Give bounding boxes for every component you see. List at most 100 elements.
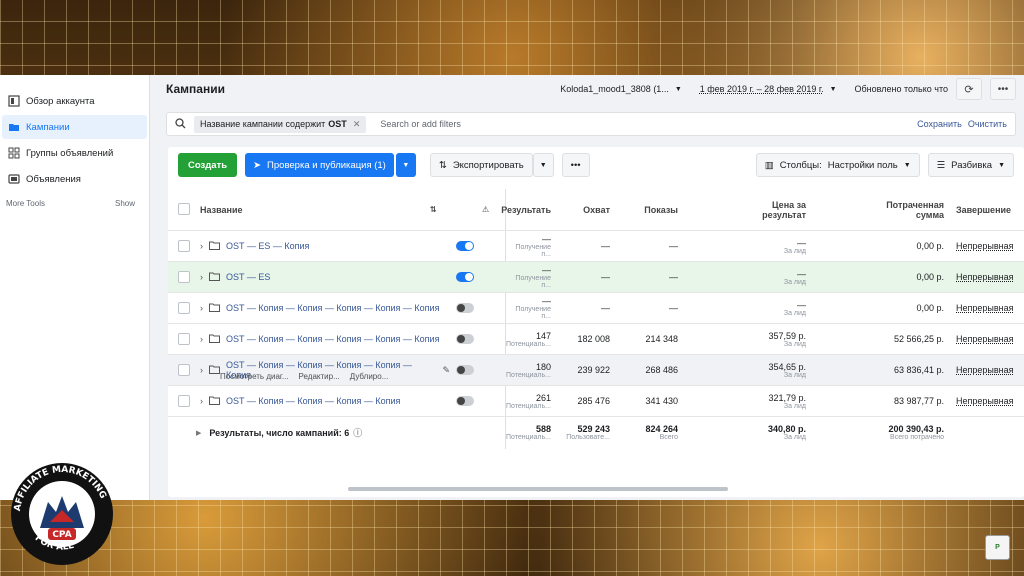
chevron-right-icon[interactable]: › <box>200 396 203 406</box>
view-charts-link[interactable]: Посмотреть диаг... <box>220 372 289 381</box>
header-results[interactable]: Результать <box>501 189 551 230</box>
summary-spend-sub: Всего потрачено <box>890 434 944 441</box>
campaign-toggle[interactable] <box>456 334 474 344</box>
end-value[interactable]: Непрерывная <box>956 365 1014 375</box>
sidebar-item-ads[interactable]: Объявления <box>2 167 147 191</box>
cost-sub: За лид <box>783 247 806 255</box>
campaign-name-cell[interactable]: › OST — Копия — Копия — Копия — Копия — … <box>200 293 450 323</box>
cost-sub: За лид <box>783 309 806 317</box>
sort-icon[interactable]: ⇅ <box>430 205 437 214</box>
more-options-button[interactable]: ••• <box>990 78 1016 100</box>
publish-dropdown-button[interactable]: ▼ <box>395 153 416 177</box>
summary-cost-value: 340,80 р. <box>767 424 806 434</box>
results-sub: Потенциаль... <box>505 402 551 410</box>
header-reach[interactable]: Охват <box>558 189 610 230</box>
end-value[interactable]: Непрерывная <box>956 334 1014 344</box>
campaign-name-cell[interactable]: › OST — Копия — Копия — Копия — Копия — … <box>200 324 450 354</box>
publish-button[interactable]: ➤ Проверка и публикация (1) <box>245 153 394 177</box>
account-selector[interactable]: Koloda1_mood1_3808 (1... ▼ <box>560 84 682 94</box>
header-end[interactable]: Завершение <box>956 189 1024 230</box>
show-link[interactable]: Show <box>115 199 135 208</box>
chevron-right-icon[interactable]: › <box>200 303 203 313</box>
save-filter-link[interactable]: Сохранить <box>917 119 962 129</box>
folder-icon <box>209 303 220 314</box>
row-checkbox[interactable] <box>178 364 190 376</box>
campaign-toggle[interactable] <box>456 272 474 282</box>
export-dropdown-button[interactable]: ▼ <box>532 153 554 177</box>
campaign-toggle[interactable] <box>456 303 474 313</box>
row-checkbox[interactable] <box>178 271 190 283</box>
table-row[interactable]: › OST — ES — Получение п... — — — За лид 0… <box>168 262 1024 293</box>
results-cell: 147 Потенциаль... <box>506 324 551 354</box>
table-row[interactable]: › OST — Копия — Копия — Копия — Копия — … <box>168 355 1024 386</box>
end-cell[interactable]: Непрерывная <box>956 262 1024 292</box>
sidebar-item-account-overview[interactable]: Обзор аккаунта <box>2 89 147 113</box>
header-impressions[interactable]: Показы <box>618 189 678 230</box>
sidebar-item-label: Кампании <box>26 121 70 133</box>
filter-search-input[interactable]: Search or add filters <box>380 119 911 129</box>
campaign-name[interactable]: OST — Копия — Копия — Копия — Копия — Ко… <box>226 334 439 344</box>
row-checkbox[interactable] <box>178 240 190 252</box>
header-spend[interactable]: Потраченная сумма <box>858 189 944 230</box>
campaign-name[interactable]: OST — ES <box>226 272 270 282</box>
filter-chip[interactable]: Название кампании содержит OST ✕ <box>194 115 367 133</box>
end-value[interactable]: Непрерывная <box>956 241 1014 251</box>
sidebar-item-campaigns[interactable]: Кампании <box>2 115 147 139</box>
results-sub: Получение п... <box>515 306 551 320</box>
table-row[interactable]: › OST — Копия — Копия — Копия — Копия — … <box>168 324 1024 355</box>
header-name[interactable]: Название ⇅ ⚠ <box>200 189 489 230</box>
duplicate-link[interactable]: Дублиро... <box>350 372 389 381</box>
close-icon[interactable]: ✕ <box>353 119 361 130</box>
end-value[interactable]: Непрерывная <box>956 303 1014 313</box>
impressions-cell: — <box>669 303 678 313</box>
campaign-name[interactable]: OST — Копия — Копия — Копия — Копия — Ко… <box>226 303 439 313</box>
results-cell: — Получение п... <box>508 262 551 292</box>
campaign-name-cell[interactable]: › OST — ES — Копия <box>200 231 450 261</box>
end-cell[interactable]: Непрерывная <box>956 355 1024 385</box>
date-range-picker[interactable]: 1 фев 2019 г. – 28 фев 2019 г. ▼ <box>700 84 837 94</box>
end-value[interactable]: Непрерывная <box>956 272 1014 282</box>
select-all-checkbox[interactable] <box>178 203 190 215</box>
campaign-name-cell[interactable]: › OST — ES <box>200 262 450 292</box>
table-row[interactable]: › OST — ES — Копия — Получение п... — — —… <box>168 231 1024 262</box>
create-button[interactable]: Создать <box>178 153 238 177</box>
table-row[interactable]: › OST — Копия — Копия — Копия — Копия 26… <box>168 386 1024 417</box>
more-actions-button[interactable]: ••• <box>561 153 590 177</box>
sidebar-item-ad-sets[interactable]: Группы объявлений <box>2 141 147 165</box>
row-checkbox[interactable] <box>178 333 190 345</box>
horizontal-scrollbar[interactable] <box>348 487 728 491</box>
clear-filter-link[interactable]: Очистить <box>968 119 1007 129</box>
header-cost[interactable]: Цена за результат <box>728 189 806 230</box>
campaign-name[interactable]: OST — Копия — Копия — Копия — Копия <box>226 396 400 406</box>
chevron-right-icon[interactable]: › <box>200 334 203 344</box>
campaign-toggle[interactable] <box>456 365 474 375</box>
chevron-right-icon[interactable]: › <box>200 272 203 282</box>
columns-button[interactable]: ▥ Столбцы: Настройки поль ▼ <box>755 153 920 177</box>
cost-sub: За лид <box>783 402 806 410</box>
chevron-right-icon[interactable]: › <box>200 365 203 375</box>
end-cell[interactable]: Непрерывная <box>956 231 1024 261</box>
end-cell[interactable]: Непрерывная <box>956 293 1024 323</box>
edit-icon[interactable]: ✎ <box>442 365 450 376</box>
campaign-toggle[interactable] <box>456 396 474 406</box>
table-row[interactable]: › OST — Копия — Копия — Копия — Копия — … <box>168 293 1024 324</box>
breakdown-button[interactable]: ☰ Разбивка ▼ <box>927 153 1014 177</box>
end-cell[interactable]: Непрерывная <box>956 386 1024 416</box>
spend-cell: 0,00 р. <box>916 303 944 313</box>
spend-cell: 0,00 р. <box>916 272 944 282</box>
end-cell[interactable]: Непрерывная <box>956 324 1024 354</box>
end-value[interactable]: Непрерывная <box>956 396 1014 406</box>
edit-link[interactable]: Редактир... <box>299 372 340 381</box>
campaign-name[interactable]: OST — ES — Копия <box>226 241 309 251</box>
summary-spend-value: 200 390,43 р. <box>888 424 944 434</box>
filter-bar[interactable]: Название кампании содержит OST ✕ Search … <box>166 112 1016 136</box>
refresh-button[interactable]: ⟳ <box>956 78 982 100</box>
summary-row: ▶ Результаты, число кампаний: 6 ⓘ 588 Пот… <box>168 417 1024 448</box>
cost-cell: — За лид <box>728 262 806 292</box>
campaign-toggle[interactable] <box>456 241 474 251</box>
export-button[interactable]: ⇅ Экспортировать <box>429 153 533 177</box>
campaign-name-cell[interactable]: › OST — Копия — Копия — Копия — Копия <box>200 386 450 416</box>
row-checkbox[interactable] <box>178 302 190 314</box>
chevron-right-icon[interactable]: › <box>200 241 203 251</box>
row-checkbox[interactable] <box>178 395 190 407</box>
